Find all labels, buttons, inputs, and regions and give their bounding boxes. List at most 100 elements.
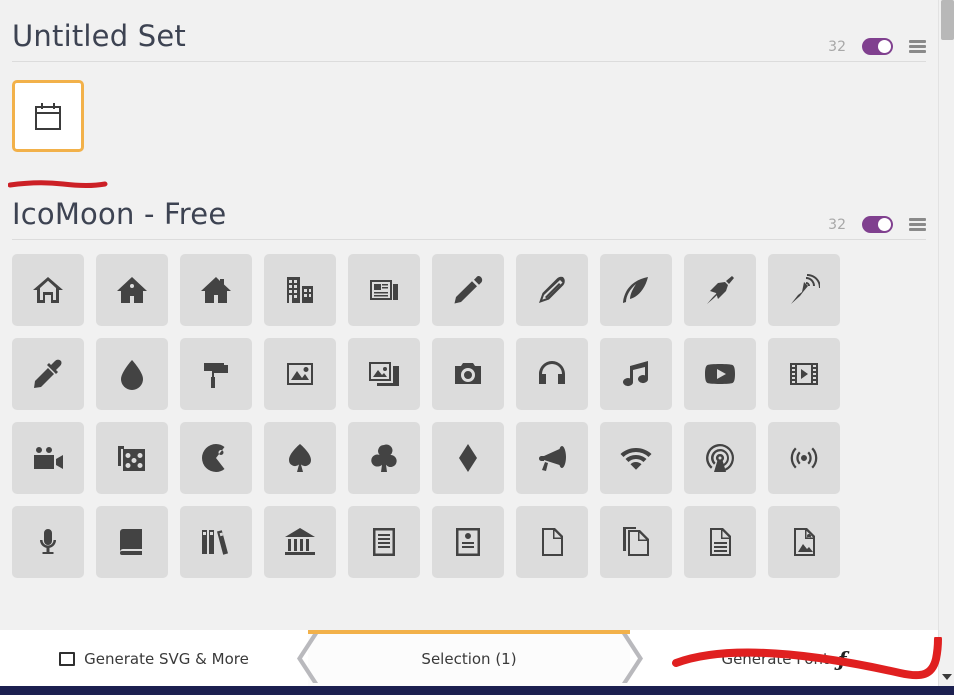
files-empty-icon xyxy=(623,527,649,556)
icon-cell-diamonds[interactable] xyxy=(432,422,504,494)
diamonds-icon xyxy=(459,444,477,472)
icon-cell-dice[interactable] xyxy=(96,422,168,494)
icon-cell-feed[interactable] xyxy=(768,422,840,494)
music-icon xyxy=(623,361,649,387)
icon-cell-file-picture[interactable] xyxy=(768,506,840,578)
headphones-icon xyxy=(539,361,565,384)
image-icon xyxy=(287,363,313,385)
blog-icon xyxy=(791,274,820,304)
tab-selection[interactable]: Selection (1) xyxy=(308,630,630,687)
vertical-scrollbar[interactable] xyxy=(938,0,954,695)
tab-generate-font-label: Generate Font xyxy=(721,649,829,668)
file-empty-icon xyxy=(542,528,563,556)
books-icon xyxy=(202,530,228,555)
clubs-icon xyxy=(371,444,397,472)
tab-selection-label: Selection (1) xyxy=(421,649,517,668)
icon-cell-home[interactable] xyxy=(12,254,84,326)
icomoon-app: Untitled Set 32 IcoMoon - Free 32 Genera… xyxy=(0,0,954,695)
icon-cell-pencil[interactable] xyxy=(432,254,504,326)
icon-cell-music[interactable] xyxy=(600,338,672,410)
home3-icon xyxy=(201,277,231,303)
icon-cell-quill[interactable] xyxy=(600,254,672,326)
icon-cell-camera[interactable] xyxy=(432,338,504,410)
images-icon xyxy=(369,362,399,386)
icon-cell-profile[interactable] xyxy=(432,506,504,578)
icon-cell-image[interactable] xyxy=(264,338,336,410)
camera-icon xyxy=(455,363,481,384)
profile-icon xyxy=(456,528,480,556)
icon-cell-connection[interactable] xyxy=(600,422,672,494)
set-tools-icomoon-free: 32 xyxy=(828,216,926,233)
podcast-icon xyxy=(706,444,734,472)
tab-generate-svg[interactable]: Generate SVG & More xyxy=(0,630,308,687)
scrollbar-thumb[interactable] xyxy=(941,0,954,40)
icon-cell-blog[interactable] xyxy=(768,254,840,326)
video-camera-icon xyxy=(34,447,63,469)
pacman-icon xyxy=(202,444,225,472)
home-icon xyxy=(33,277,63,303)
connection-icon xyxy=(620,448,652,470)
icon-cell-video-camera[interactable] xyxy=(12,422,84,494)
icon-cell-images[interactable] xyxy=(348,338,420,410)
icon-cell-spades[interactable] xyxy=(264,422,336,494)
icon-cell-home2[interactable] xyxy=(96,254,168,326)
icon-cell-file-text[interactable] xyxy=(348,506,420,578)
library-visibility-toggle[interactable] xyxy=(862,216,893,233)
set-title-untitled[interactable]: Untitled Set xyxy=(12,22,186,61)
icon-cell-play[interactable] xyxy=(684,338,756,410)
icon-cell-droplet[interactable] xyxy=(96,338,168,410)
icon-cell-mic[interactable] xyxy=(12,506,84,578)
library-icon xyxy=(285,528,315,555)
icon-cell-office[interactable] xyxy=(264,254,336,326)
icon-cell-pen[interactable] xyxy=(684,254,756,326)
icon-cell-bullhorn[interactable] xyxy=(516,422,588,494)
book-icon xyxy=(120,529,142,555)
icon-cell-files-empty[interactable] xyxy=(600,506,672,578)
icon-cell-book[interactable] xyxy=(96,506,168,578)
bottom-tab-bar: Generate SVG & More Selection (1) Genera… xyxy=(0,630,938,687)
icon-cell-headphones[interactable] xyxy=(516,338,588,410)
icon-cell-file-text2[interactable] xyxy=(684,506,756,578)
icon-cell-library[interactable] xyxy=(264,506,336,578)
droplet-icon xyxy=(121,360,143,390)
icon-cell-newspaper[interactable] xyxy=(348,254,420,326)
spades-icon xyxy=(288,444,312,472)
scroll-down-arrow-icon[interactable] xyxy=(939,669,954,685)
icomoon-free-header: IcoMoon - Free 32 xyxy=(12,182,926,240)
pencil2-icon xyxy=(539,276,565,303)
set-tools-untitled: 32 xyxy=(828,38,926,55)
content-scroll-area[interactable]: Untitled Set 32 IcoMoon - Free 32 xyxy=(0,0,938,630)
f-glyph-icon: ƒ xyxy=(837,646,847,671)
icon-cell-pencil2[interactable] xyxy=(516,254,588,326)
set-menu-icon[interactable] xyxy=(909,40,926,53)
untitled-set-header: Untitled Set 32 xyxy=(12,0,926,62)
pen-icon xyxy=(707,276,734,304)
tab-generate-font[interactable]: Generate Font ƒ xyxy=(630,630,938,687)
selected-icons-strip xyxy=(12,80,926,152)
icon-cell-film[interactable] xyxy=(768,338,840,410)
office-icon xyxy=(287,277,313,303)
home2-icon xyxy=(117,277,147,303)
quill-icon xyxy=(623,277,648,303)
set-visibility-toggle[interactable] xyxy=(862,38,893,55)
icon-cell-podcast[interactable] xyxy=(684,422,756,494)
newspaper-icon xyxy=(370,280,398,300)
file-text2-icon xyxy=(710,528,731,556)
icon-cell-books[interactable] xyxy=(180,506,252,578)
icon-cell-eyedropper[interactable] xyxy=(12,338,84,410)
file-text-icon xyxy=(373,528,395,556)
toggle-knob xyxy=(878,218,891,231)
set-icon-count: 32 xyxy=(828,38,846,55)
icon-cell-calendar[interactable] xyxy=(12,80,84,152)
icon-cell-clubs[interactable] xyxy=(348,422,420,494)
icon-cell-home3[interactable] xyxy=(180,254,252,326)
pencil-icon xyxy=(454,275,483,304)
eyedropper-icon xyxy=(34,359,62,388)
icon-cell-pacman[interactable] xyxy=(180,422,252,494)
library-menu-icon[interactable] xyxy=(909,218,926,231)
set-title-icomoon-free[interactable]: IcoMoon - Free xyxy=(12,200,226,239)
file-picture-icon xyxy=(794,528,815,556)
icon-cell-paint-format[interactable] xyxy=(180,338,252,410)
bullhorn-icon xyxy=(539,446,566,471)
icon-cell-file-empty[interactable] xyxy=(516,506,588,578)
